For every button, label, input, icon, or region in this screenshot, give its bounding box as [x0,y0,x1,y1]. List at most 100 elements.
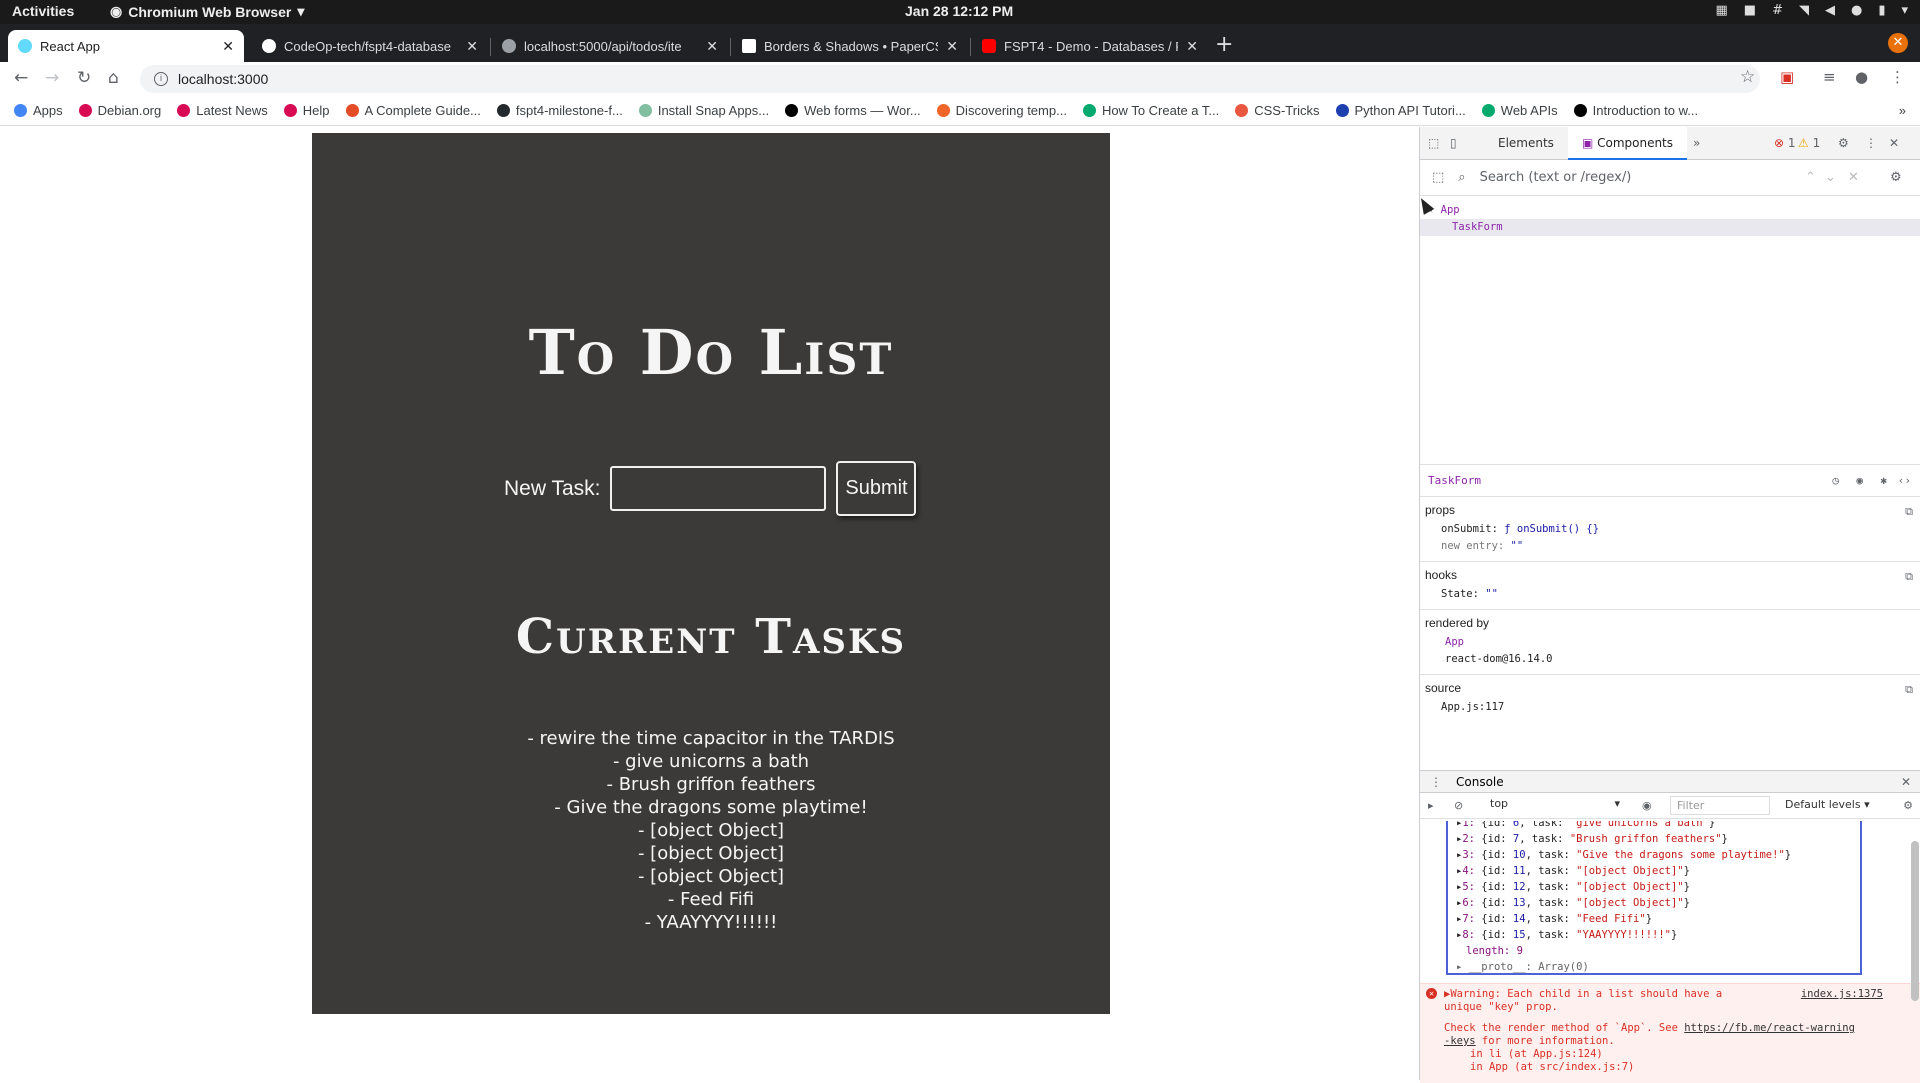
profile-avatar-icon[interactable]: ● [1855,68,1868,86]
warning-count-badge[interactable]: ⚠ 1 [1798,136,1820,150]
console-settings-gear-icon[interactable]: ⚙ [1903,799,1913,812]
error-count-badge[interactable]: ⊗ 1 [1774,136,1796,150]
tab-youtube[interactable]: FSPT4 - Demo - Databases / Fu ✕ [972,30,1208,62]
new-tab-button[interactable]: + [1215,32,1233,57]
bookmark-item[interactable]: Install Snap Apps... [638,103,769,118]
close-icon[interactable]: ✕ [706,38,718,55]
view-source-icon[interactable]: ‹› [1898,465,1911,497]
console-array-entry[interactable]: ▸2: {id: 7, task: "Brush griffon feather… [1456,831,1860,847]
inspect-element-icon[interactable]: ⬚ [1428,136,1439,150]
console-array-entry[interactable]: ▸7: {id: 14, task: "Feed Fifi"} [1456,911,1860,927]
drawer-menu-icon[interactable]: ⋮ [1430,771,1442,793]
tab-github[interactable]: CodeOp-tech/fspt4-database ✕ [252,30,488,62]
hook-row[interactable]: State: "" [1425,586,1916,603]
close-icon[interactable]: ✕ [466,38,478,55]
tab-components[interactable]: ▣ Components [1567,126,1688,160]
bookmark-item[interactable]: Discovering temp... [936,103,1067,118]
console-tab[interactable]: Console [1456,775,1504,789]
stack-line-app[interactable]: in App (at src/index.js:7) [1444,1061,1913,1074]
console-array-entry[interactable]: ▸8: {id: 15, task: "YAAYYYY!!!!!!"} [1456,927,1860,943]
bookmark-item[interactable]: CSS-Tricks [1235,103,1320,118]
close-icon[interactable]: ✕ [1186,38,1198,55]
console-array-entry[interactable]: ▸5: {id: 12, task: "[object Object]"} [1456,879,1860,895]
live-expression-eye-icon[interactable]: ◉ [1642,799,1652,812]
app-menu[interactable]: ◉ Chromium Web Browser ▾ [110,3,304,20]
tab-api-todos[interactable]: localhost:5000/api/todos/ite ✕ [492,30,728,62]
tree-node-app[interactable]: ▾ App [1420,202,1920,219]
component-search-input[interactable]: Search (text or /regex/) [1480,170,1632,185]
close-drawer-icon[interactable]: ✕ [1901,771,1911,793]
back-arrow-icon[interactable]: ← [14,68,28,88]
sidebar-toggle-icon[interactable]: ▸ [1428,799,1434,812]
console-array-entry[interactable]: ▸4: {id: 11, task: "[object Object]"} [1456,863,1860,879]
react-warning-link[interactable]: https://fb.me/react-warning [1684,1022,1855,1034]
source-location[interactable]: App.js:117 [1425,699,1916,716]
forward-arrow-icon[interactable]: → [45,68,59,88]
close-devtools-icon[interactable]: ✕ [1889,136,1899,150]
activities-button[interactable]: Activities [12,3,74,19]
bookmark-item[interactable]: Apps [14,103,63,118]
console-array-entry[interactable]: ▸3: {id: 10, task: "Give the dragons som… [1456,847,1860,863]
tree-node-taskform[interactable]: TaskForm [1420,219,1920,236]
system-tray[interactable]: ▦ ■ # ◥ ◀ ● ▮ ▾ [1715,3,1908,18]
console-filter-input[interactable]: Filter [1670,796,1770,815]
console-array-entry[interactable]: ▸6: {id: 13, task: "[object Object]"} [1456,895,1860,911]
submit-button[interactable]: Submit [836,461,917,516]
eye-icon[interactable]: ◉ [1856,465,1863,497]
settings-gear-icon[interactable]: ⚙ [1890,170,1902,185]
new-task-input[interactable] [610,466,827,511]
reload-icon[interactable]: ↻ [77,68,91,88]
copy-icon[interactable]: ⧉ [1905,570,1913,584]
clear-console-icon[interactable]: ⊘ [1454,799,1463,812]
home-icon[interactable]: ⌂ [108,68,119,88]
more-menu-icon[interactable]: ⋮ [1890,68,1905,86]
close-icon[interactable]: ✕ [946,38,958,55]
bug-icon[interactable]: ✱ [1880,465,1887,497]
console-scrollbar[interactable] [1911,841,1919,1001]
copy-icon[interactable]: ⧉ [1905,683,1913,697]
console-array-entry[interactable]: ▸1: {id: 6, task: "give unicorns a bath"… [1456,821,1860,831]
more-vert-icon[interactable]: ⋮ [1865,136,1877,150]
select-component-icon[interactable]: ⬚ [1432,170,1444,185]
tab-react-app[interactable]: React App ✕ [8,30,244,62]
extension-icon[interactable]: ▣ [1780,68,1794,86]
bookmark-item[interactable]: How To Create a T... [1082,103,1219,118]
info-icon[interactable]: i [154,72,168,86]
search-up-icon[interactable]: ⌃ [1805,170,1816,185]
clock[interactable]: Jan 28 12:12 PM [905,3,1013,19]
bookmark-item[interactable]: Web APIs [1481,103,1558,118]
prop-row[interactable]: onSubmit: ƒ onSubmit() {} [1425,521,1916,538]
current-tasks-title: Current Tasks [515,609,907,665]
window-close-button[interactable]: ✕ [1888,33,1908,53]
log-levels-dropdown[interactable]: Default levels ▾ [1785,798,1870,811]
settings-gear-icon[interactable]: ⚙ [1838,136,1849,150]
tab-elements[interactable]: Elements [1484,127,1568,160]
bookmark-item[interactable]: A Complete Guide... [345,103,481,118]
context-select[interactable]: top ▾ [1490,797,1620,810]
bookmark-item[interactable]: Web forms — Wor... [785,103,921,118]
rendered-by-app[interactable]: App [1425,634,1916,651]
prop-row[interactable]: new entry: "" [1425,538,1916,555]
media-control-icon[interactable]: ≡ [1823,68,1836,86]
bookmarks-overflow-icon[interactable]: » [1899,103,1906,118]
address-bar[interactable]: i localhost:3000 [140,65,1760,93]
clear-search-icon[interactable]: ✕ [1848,170,1859,185]
copy-icon[interactable]: ⧉ [1905,505,1913,519]
tab-papercss[interactable]: Borders & Shadows • PaperCS ✕ [732,30,968,62]
device-toggle-icon[interactable]: ▯ [1450,136,1457,150]
array-proto-line[interactable]: ▸ __proto__: Array(0) [1456,959,1860,973]
warning-source-link[interactable]: index.js:1375 [1801,988,1883,1001]
bookmark-item[interactable]: Debian.org [78,103,161,118]
bookmark-star-icon[interactable]: ☆ [1740,67,1755,87]
bookmark-item[interactable]: Latest News [177,103,268,118]
bookmark-item[interactable]: Introduction to w... [1573,103,1698,118]
console-array-output[interactable]: ▸1: {id: 6, task: "give unicorns a bath"… [1446,821,1862,975]
close-icon[interactable]: ✕ [222,38,234,55]
search-down-icon[interactable]: ⌄ [1825,170,1836,185]
bookmark-item[interactable]: Help [283,103,330,118]
timer-icon[interactable]: ◷ [1832,465,1839,497]
bookmark-item[interactable]: fspt4-milestone-f... [496,103,623,118]
react-warning-link-cont[interactable]: -keys [1444,1035,1476,1047]
more-tabs-icon[interactable]: » [1687,136,1700,150]
bookmark-item[interactable]: Python API Tutori... [1335,103,1466,118]
